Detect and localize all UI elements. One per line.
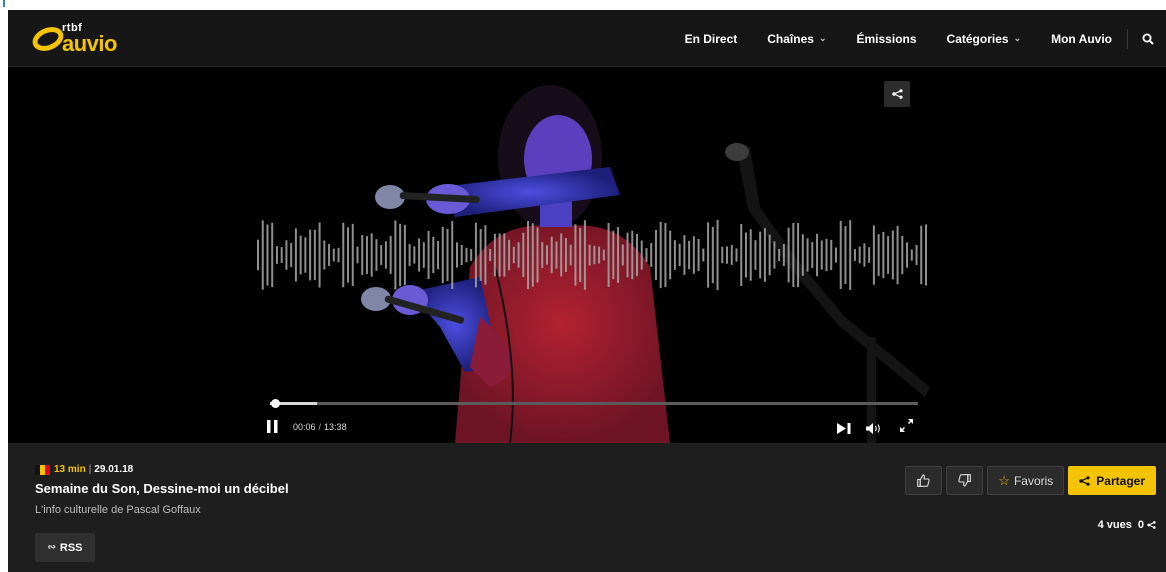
progress-bar[interactable]	[270, 399, 918, 408]
share-label: Partager	[1096, 473, 1145, 488]
nav-divider	[1127, 28, 1128, 49]
nav-label: Chaînes	[767, 31, 814, 46]
auvio-app: rtbf auvio En Direct Chaînes ⌄ Émissions …	[8, 10, 1166, 572]
auvio-logo[interactable]: rtbf auvio	[29, 21, 142, 57]
rss-button[interactable]: ∾ RSS	[35, 533, 95, 562]
search-button[interactable]	[1130, 33, 1166, 45]
time-separator: /	[318, 422, 322, 432]
favorites-button[interactable]: ☆ Favoris	[987, 466, 1065, 495]
browser-top-strip	[0, 0, 1166, 10]
volume-icon	[866, 423, 880, 434]
flag-stripe	[45, 464, 50, 475]
audio-waveform	[257, 219, 927, 291]
pause-button[interactable]	[267, 420, 278, 438]
episode-info: 13 min | 29.01.18 Semaine du Son, Dessine-…	[8, 443, 1166, 572]
main-menu: En Direct Chaînes ⌄ Émissions Catégories ⌄…	[670, 10, 1166, 67]
rss-label: RSS	[59, 541, 83, 554]
logo-auvio: auvio	[62, 31, 117, 56]
shares-count: 0	[1138, 519, 1156, 531]
thumbs-down-icon	[958, 474, 972, 487]
search-icon	[1142, 33, 1154, 45]
episode-title: Semaine du Son, Dessine-moi un décibel	[35, 481, 289, 496]
nav-item-chaines[interactable]: Chaînes ⌄	[752, 32, 841, 46]
belgium-flag-icon	[35, 464, 50, 475]
player-share-button[interactable]	[884, 81, 910, 107]
share-button[interactable]: Partager	[1068, 466, 1156, 495]
nav-item-categories[interactable]: Catégories ⌄	[932, 32, 1037, 46]
audio-player[interactable]: 00:06/13:38	[8, 67, 1166, 443]
show-link[interactable]: L'info culturelle de Pascal Goffaux	[35, 504, 201, 516]
nav-item-emissions[interactable]: Émissions	[842, 32, 932, 46]
episode-duration: 13 min	[54, 464, 86, 475]
current-time: 00:06	[293, 422, 316, 432]
meta-separator: |	[88, 464, 92, 475]
nav-item-en-direct[interactable]: En Direct	[670, 32, 753, 46]
nav-label: Émissions	[856, 31, 917, 46]
fullscreen-icon	[900, 419, 913, 432]
nav-label: Mon Auvio	[1051, 31, 1112, 46]
nav-label: Catégories	[946, 31, 1009, 46]
nav-label: En Direct	[684, 31, 738, 46]
share-icon	[1147, 521, 1156, 529]
views-count: 4 vues	[1097, 519, 1132, 531]
episode-actions: ☆ Favoris Partager	[905, 466, 1156, 495]
episode-date: 29.01.18	[94, 464, 134, 475]
skip-next-icon	[837, 423, 851, 434]
like-button[interactable]	[905, 466, 943, 495]
top-navigation: rtbf auvio En Direct Chaînes ⌄ Émissions …	[8, 10, 1166, 67]
rss-icon: ∾	[47, 542, 56, 553]
total-duration: 13:38	[324, 422, 347, 432]
skip-next-button[interactable]	[837, 421, 851, 439]
fullscreen-button[interactable]	[900, 419, 913, 437]
star-icon: ☆	[998, 472, 1010, 488]
pause-icon	[267, 420, 278, 433]
cursor-mark	[3, 0, 5, 7]
chevron-down-icon: ⌄	[818, 33, 827, 43]
share-icon	[891, 89, 903, 99]
favorites-label: Favoris	[1013, 473, 1054, 488]
thumbs-up-icon	[917, 474, 930, 487]
episode-stats: 4 vues 0	[1098, 519, 1156, 531]
shares-value: 0	[1137, 519, 1144, 531]
share-icon	[1079, 475, 1090, 486]
chevron-down-icon: ⌄	[1013, 33, 1022, 43]
progress-handle[interactable]	[270, 399, 280, 408]
dislike-button[interactable]	[946, 466, 984, 495]
nav-item-mon-auvio[interactable]: Mon Auvio	[1036, 32, 1127, 46]
time-display: 00:06/13:38	[293, 422, 347, 432]
episode-meta: 13 min | 29.01.18	[35, 464, 133, 475]
volume-button[interactable]	[866, 421, 883, 439]
